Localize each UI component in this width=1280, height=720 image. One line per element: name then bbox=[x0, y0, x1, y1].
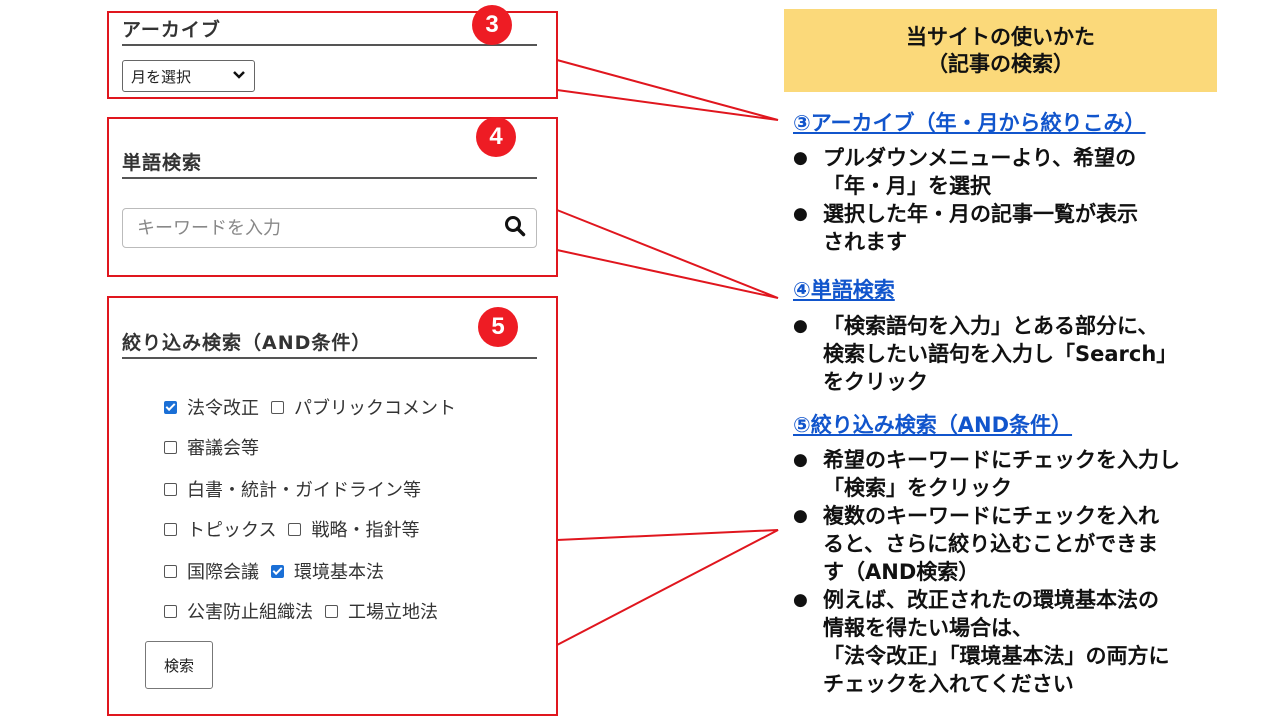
word-search-title-rule bbox=[122, 177, 537, 179]
guide-heading: 当サイトの使いかた （記事の検索） bbox=[784, 9, 1217, 92]
chevron-down-icon bbox=[232, 68, 246, 84]
bullet-item: ● 複数のキーワードにチェックを入れ ると、さらに絞り込むことができま す（AND… bbox=[793, 504, 1159, 584]
guide-heading-line1: 当サイトの使いかた bbox=[906, 25, 1095, 50]
filter-title: 絞り込み検索（AND条件） bbox=[122, 332, 372, 354]
checkbox[interactable] bbox=[164, 440, 177, 454]
filter-option-public-comment[interactable]: パブリックコメント bbox=[271, 394, 456, 420]
filter-option-kankyo-kihonho[interactable]: 環境基本法 bbox=[271, 558, 384, 584]
filter-row-3: 白書・統計・ガイドライン等 bbox=[164, 476, 433, 502]
checkbox[interactable] bbox=[164, 604, 177, 618]
bullet-item: ● 「検索語句を入力」とある部分に、 検索したい語句を入力し「Search」 をク… bbox=[793, 314, 1178, 394]
checkbox[interactable] bbox=[288, 522, 302, 536]
filter-submit-button[interactable]: 検索 bbox=[145, 641, 213, 689]
filter-option-senryaku[interactable]: 戦略・指針等 bbox=[288, 516, 419, 542]
checkbox[interactable] bbox=[164, 564, 177, 578]
filter-option-hakusho[interactable]: 白書・統計・ガイドライン等 bbox=[164, 476, 421, 502]
bullet-item: ● プルダウンメニューより、希望の 「年・月」を選択 bbox=[793, 146, 1137, 198]
bullet-item: ● 選択した年・月の記事一覧が表示 されます bbox=[793, 202, 1138, 254]
section-link-word-search[interactable]: ④単語検索 bbox=[793, 274, 895, 304]
step-badge-3: 3 bbox=[472, 5, 512, 45]
search-icon[interactable] bbox=[504, 215, 526, 241]
filter-row-4: トピックス 戦略・指針等 bbox=[164, 516, 431, 542]
filter-option-topics[interactable]: トピックス bbox=[164, 516, 276, 542]
filter-row-6: 公害防止組織法 工場立地法 bbox=[164, 598, 450, 624]
checkbox[interactable] bbox=[164, 522, 177, 536]
guide-heading-line2: （記事の検索） bbox=[927, 51, 1074, 76]
archive-select-value: 月を選択 bbox=[131, 67, 192, 86]
checkbox[interactable] bbox=[325, 604, 338, 618]
section-link-archive[interactable]: ③アーカイブ（年・月から絞りこみ） bbox=[793, 107, 1146, 137]
word-search-title: 単語検索 bbox=[122, 152, 203, 174]
filter-option-koujou[interactable]: 工場立地法 bbox=[325, 598, 438, 624]
search-input[interactable] bbox=[137, 217, 504, 239]
filter-option-kokusai[interactable]: 国際会議 bbox=[164, 558, 259, 584]
checkbox[interactable] bbox=[164, 482, 177, 496]
filter-option-hourei[interactable]: 法令改正 bbox=[164, 394, 259, 420]
checkbox[interactable] bbox=[271, 400, 284, 414]
filter-option-kougai[interactable]: 公害防止組織法 bbox=[164, 598, 313, 624]
filter-option-shingikai[interactable]: 審議会等 bbox=[164, 434, 259, 460]
checkbox-checked[interactable] bbox=[164, 400, 177, 414]
step-badge-5: 5 bbox=[478, 307, 518, 347]
checkbox-checked[interactable] bbox=[271, 564, 284, 578]
section-filter-bullets: ● 希望のキーワードにチェックを入力し 「検索」をクリック ● 複数のキーワードにチ… bbox=[793, 446, 1180, 698]
section-word-search-bullets: ● 「検索語句を入力」とある部分に、 検索したい語句を入力し「Search」 をク… bbox=[793, 312, 1177, 396]
archive-month-select[interactable]: 月を選択 bbox=[122, 60, 255, 92]
bullet-item: ● 希望のキーワードにチェックを入力し 「検索」をクリック bbox=[793, 448, 1180, 500]
filter-title-rule bbox=[122, 357, 537, 359]
step-badge-4: 4 bbox=[476, 117, 516, 157]
archive-title-rule bbox=[122, 44, 537, 46]
archive-title: アーカイブ bbox=[122, 19, 221, 41]
section-archive-bullets: ● プルダウンメニューより、希望の 「年・月」を選択 ● 選択した年・月の記事一覧が… bbox=[793, 144, 1138, 256]
filter-row-5: 国際会議 環境基本法 bbox=[164, 558, 396, 584]
section-link-filter[interactable]: ⑤絞り込み検索（AND条件） bbox=[793, 409, 1072, 439]
bullet-item: ● 例えば、改正されたの環境基本法の 情報を得たい場合は、 「法令改正」「環境基本… bbox=[793, 588, 1170, 696]
search-box bbox=[122, 208, 537, 248]
filter-row-2: 審議会等 bbox=[164, 434, 271, 460]
filter-row-1: 法令改正 パブリックコメント bbox=[164, 394, 468, 420]
